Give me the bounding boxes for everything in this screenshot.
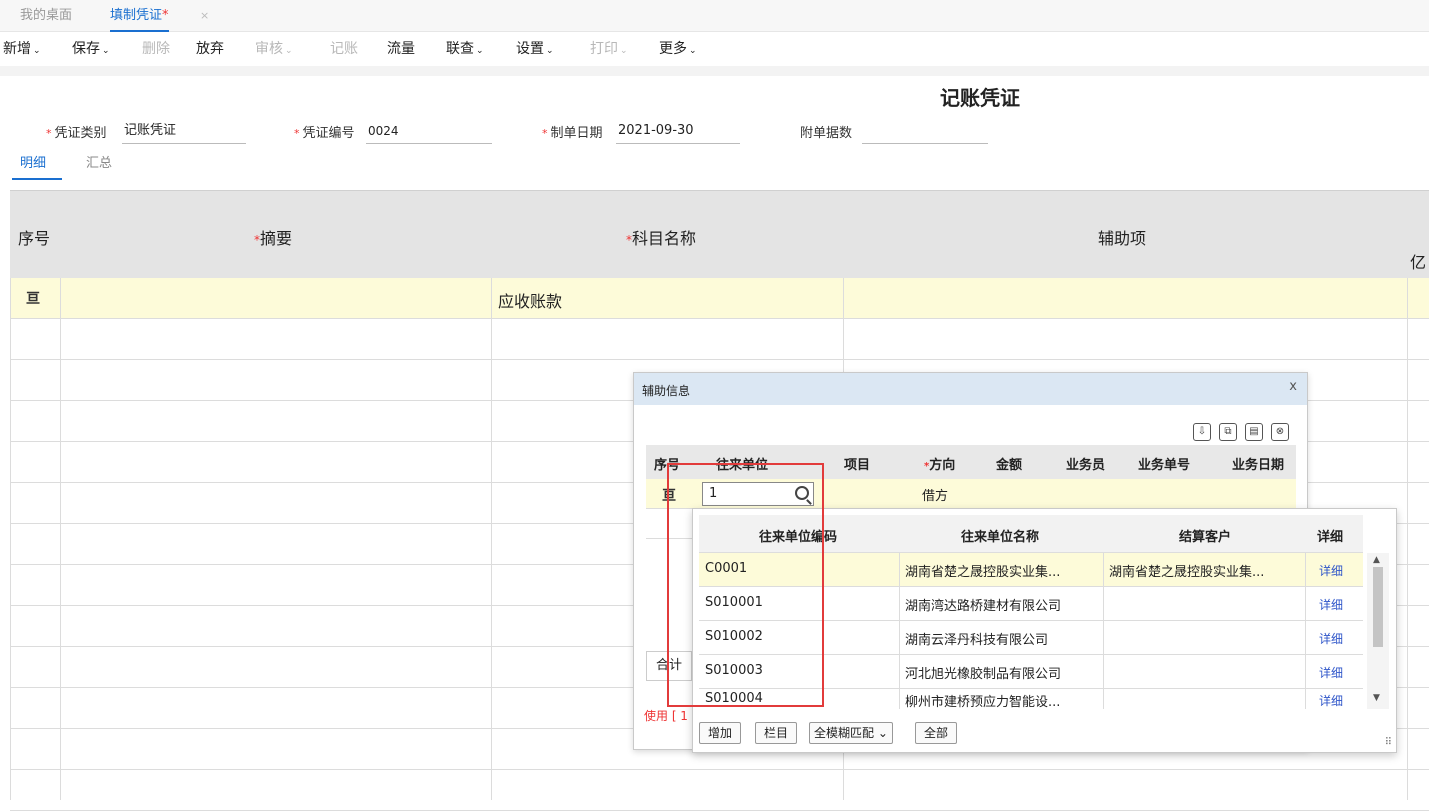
direction-cell[interactable]: 借方	[922, 485, 948, 504]
tab-bar: 我的桌面 填制凭证* ×	[0, 0, 1429, 32]
modified-indicator: *	[162, 8, 169, 23]
page-title: 记账凭证	[940, 86, 1020, 110]
delete-button[interactable]: 删除	[142, 32, 170, 66]
dialog-title: 辅助信息	[642, 384, 691, 398]
detail-link[interactable]: 详细	[1319, 562, 1343, 579]
voucher-grid-header: 序号 *摘要 *科目名称 辅助项 亿	[10, 190, 1429, 278]
add-button[interactable]: 增加	[699, 722, 742, 744]
row-insert-icon[interactable]: 亘	[26, 288, 40, 308]
header-seq: 序号	[18, 229, 51, 248]
partner-name: 湖南省楚之晟控股实业集...	[905, 565, 1061, 580]
dialog-header: 辅助信息 x	[634, 373, 1307, 405]
audit-button[interactable]: 审核 ⌄	[255, 32, 293, 66]
divider	[0, 66, 1429, 76]
delete-icon[interactable]: ⊗	[1271, 423, 1289, 441]
header-business-no: 业务单号	[1138, 458, 1191, 473]
scroll-thumb[interactable]	[1373, 567, 1383, 647]
voucher-no-label: * 凭证编号	[294, 126, 355, 141]
chevron-down-icon: ⌄	[620, 46, 628, 56]
tab-detail[interactable]: 明细	[12, 154, 62, 180]
partner-name: 湖南湾达路桥建材有限公司	[905, 599, 1062, 614]
tab-summary[interactable]: 汇总	[86, 154, 112, 180]
header-amount: 金额	[996, 458, 1023, 473]
annotation-highlight-box	[667, 463, 824, 707]
detail-link[interactable]: 详细	[1319, 692, 1343, 709]
table-row[interactable]	[10, 770, 1429, 811]
paste-icon[interactable]: ▤	[1245, 423, 1263, 441]
cash-flow-button[interactable]: 流量	[387, 32, 415, 66]
partner-name: 柳州市建桥预应力智能设...	[905, 695, 1061, 709]
voucher-type-label: * 凭证类别	[46, 126, 107, 141]
header-salesperson: 业务员	[1066, 458, 1106, 473]
chevron-down-icon: ⌄	[476, 46, 484, 56]
close-icon[interactable]: ×	[200, 0, 209, 32]
header-project: 项目	[844, 458, 871, 473]
header-summary: *摘要	[254, 229, 293, 248]
header-partner-name: 往来单位名称	[961, 530, 1040, 545]
tab-label: 填制凭证	[110, 8, 163, 23]
account-cell[interactable]: 应收账款	[498, 288, 562, 312]
detail-link[interactable]: 详细	[1319, 664, 1343, 681]
discard-button[interactable]: 放弃	[196, 32, 224, 66]
toolbar: 新增 ⌄ 保存 ⌄ 删除 放弃 审核 ⌄ 记账 流量 联查 ⌄ 设置 ⌄ 打印 ⌄ 更多 ⌄	[0, 32, 1429, 66]
header-account: *科目名称	[626, 229, 697, 248]
grid-divider	[60, 278, 61, 800]
header-settle-customer: 结算客户	[1179, 530, 1232, 545]
attachments-field[interactable]	[862, 120, 988, 144]
header-business-date: 业务日期	[1232, 458, 1285, 473]
header-detail: 详细	[1317, 530, 1344, 545]
tab-label: 我的桌面	[20, 8, 73, 23]
post-button[interactable]: 记账	[330, 32, 358, 66]
header-amount-unit: 亿	[1410, 253, 1427, 272]
close-icon[interactable]: x	[1289, 379, 1297, 394]
attachments-label: 附单据数	[800, 126, 853, 141]
chevron-down-icon: ⌄	[877, 726, 888, 740]
voucher-type-field[interactable]: 记账凭证	[122, 120, 246, 144]
grid-divider	[1103, 553, 1104, 709]
dialog-toolbar: ⇩ ⧉ ▤ ⊗	[1185, 423, 1289, 441]
table-row[interactable]: 亘 应收账款	[10, 278, 1429, 319]
dropdown-scrollbar[interactable]: ▲ ▼	[1367, 553, 1389, 709]
copy-icon[interactable]: ⧉	[1219, 423, 1237, 441]
header-direction: *方向	[924, 458, 956, 473]
chevron-down-icon: ⌄	[689, 46, 697, 56]
chevron-down-icon: ⌄	[33, 46, 41, 56]
chevron-down-icon: ⌄	[285, 46, 293, 56]
settings-button[interactable]: 设置 ⌄	[516, 32, 554, 66]
header-aux: 辅助项	[1098, 229, 1147, 248]
detail-link[interactable]: 详细	[1319, 630, 1343, 647]
more-button[interactable]: 更多 ⌄	[659, 32, 697, 66]
save-button[interactable]: 保存 ⌄	[72, 32, 110, 66]
date-field[interactable]: 2021-09-30	[616, 120, 740, 144]
usage-text: 使用 [ 1	[644, 709, 688, 723]
date-label: * 制单日期	[542, 126, 603, 141]
grid-divider	[1407, 278, 1408, 800]
chevron-down-icon: ⌄	[102, 46, 110, 56]
print-button[interactable]: 打印 ⌄	[590, 32, 628, 66]
tab-voucher-entry[interactable]: 填制凭证*	[110, 0, 169, 32]
grid-divider	[491, 278, 492, 800]
partner-name: 河北旭光橡胶制品有限公司	[905, 667, 1062, 682]
scroll-up-icon[interactable]: ▲	[1373, 555, 1380, 565]
partner-name: 湖南云泽丹科技有限公司	[905, 633, 1049, 648]
dropdown-footer: 增加 栏目 全模糊匹配 ⌄ 全部 ⠿	[693, 714, 1396, 752]
grid-divider	[899, 553, 900, 709]
grid-divider	[10, 278, 11, 800]
tab-my-desktop[interactable]: 我的桌面	[20, 0, 72, 32]
table-row[interactable]	[10, 319, 1429, 360]
new-button[interactable]: 新增 ⌄	[3, 32, 41, 66]
match-mode-select[interactable]: 全模糊匹配 ⌄	[809, 722, 893, 744]
all-button[interactable]: 全部	[915, 722, 958, 744]
chevron-down-icon: ⌄	[546, 46, 554, 56]
settle-customer: 湖南省楚之晟控股实业集...	[1109, 565, 1265, 580]
columns-button[interactable]: 栏目	[755, 722, 798, 744]
resize-grip-icon[interactable]: ⠿	[1385, 737, 1392, 748]
export-icon[interactable]: ⇩	[1193, 423, 1211, 441]
scroll-down-icon[interactable]: ▼	[1373, 693, 1380, 703]
detail-link[interactable]: 详细	[1319, 596, 1343, 613]
grid-divider	[1305, 553, 1306, 709]
voucher-no-field[interactable]: 0024	[366, 120, 492, 144]
inquiry-button[interactable]: 联查 ⌄	[446, 32, 484, 66]
